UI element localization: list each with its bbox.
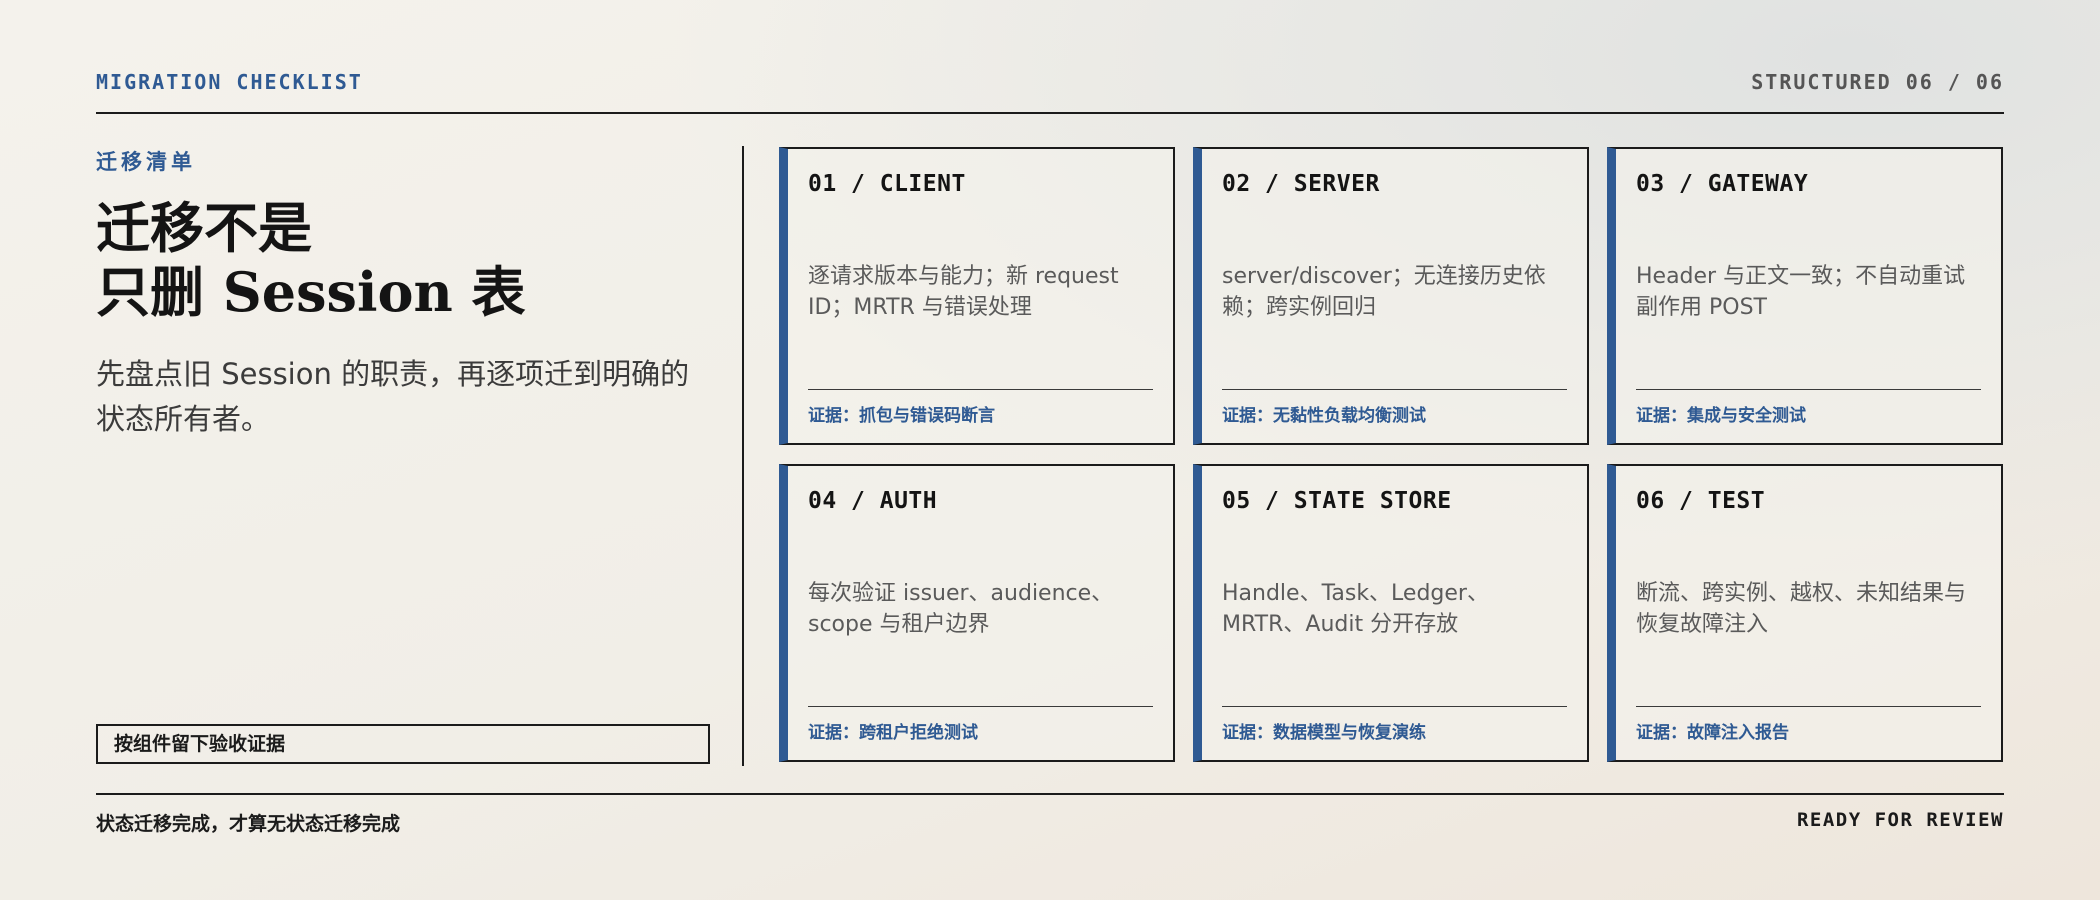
checklist-grid: 01 / CLIENT 逐请求版本与能力；新 request ID；MRTR 与… xyxy=(779,147,2004,765)
card-body: Header 与正文一致；不自动重试副作用 POST xyxy=(1636,264,1966,320)
card-test: 06 / TEST 断流、跨实例、越权、未知结果与恢复故障注入 证据：故障注入报… xyxy=(1607,464,2003,762)
card-rule xyxy=(1636,389,1981,390)
card-rule xyxy=(1222,706,1567,707)
card-evidence: 证据：集成与安全测试 xyxy=(1636,406,1806,426)
card-body: server/discover；无连接历史依赖；跨实例回归 xyxy=(1222,264,1546,320)
card-evidence: 证据：抓包与错误码断言 xyxy=(808,406,995,426)
intro-lead: 先盘点旧 Session 的职责，再逐项迁到明确的状态所有者。 xyxy=(96,357,690,436)
vertical-divider xyxy=(742,146,744,766)
card-title: 02 / SERVER xyxy=(1222,171,1380,197)
card-evidence: 证据：故障注入报告 xyxy=(1636,723,1789,743)
title-line-2: 只删 Session 表 xyxy=(96,260,526,324)
card-gateway: 03 / GATEWAY Header 与正文一致；不自动重试副作用 POST … xyxy=(1607,147,2003,445)
card-body: 每次验证 issuer、audience、scope 与租户边界 xyxy=(808,581,1114,637)
section-eyebrow: MIGRATION CHECKLIST xyxy=(96,70,363,94)
card-evidence: 证据：无黏性负载均衡测试 xyxy=(1222,406,1426,426)
card-title: 06 / TEST xyxy=(1636,488,1766,514)
page-indicator: STRUCTURED 06 / 06 xyxy=(1751,70,2004,94)
top-bar: MIGRATION CHECKLIST STRUCTURED 06 / 06 xyxy=(96,68,2004,114)
footer-bar: 状态迁移完成，才算无状态迁移完成 READY FOR REVIEW xyxy=(96,793,2004,835)
intro-panel: 迁移清单 迁移不是 只删 Session 表 先盘点旧 Session 的职责，… xyxy=(96,146,712,766)
card-state-store: 05 / STATE STORE Handle、Task、Ledger、MRTR… xyxy=(1193,464,1589,762)
page-title: 迁移不是 只删 Session 表 xyxy=(96,196,712,324)
card-title: 03 / GATEWAY xyxy=(1636,171,1809,197)
card-rule xyxy=(808,389,1153,390)
title-line-1: 迁移不是 xyxy=(96,196,312,260)
card-rule xyxy=(1222,389,1567,390)
card-evidence: 证据：数据模型与恢复演练 xyxy=(1222,723,1426,743)
card-body: 逐请求版本与能力；新 request ID；MRTR 与错误处理 xyxy=(808,264,1119,320)
card-body: Handle、Task、Ledger、MRTR、Audit 分开存放 xyxy=(1222,581,1489,637)
card-title: 01 / CLIENT xyxy=(808,171,966,197)
card-title: 05 / STATE STORE xyxy=(1222,488,1452,514)
card-rule xyxy=(1636,706,1981,707)
card-title: 04 / AUTH xyxy=(808,488,938,514)
review-status: READY FOR REVIEW xyxy=(1796,809,2004,831)
card-auth: 04 / AUTH 每次验证 issuer、audience、scope 与租户… xyxy=(779,464,1175,762)
card-body: 断流、跨实例、越权、未知结果与恢复故障注入 xyxy=(1636,581,1967,637)
intro-kicker: 迁移清单 xyxy=(96,150,196,174)
card-evidence: 证据：跨租户拒绝测试 xyxy=(808,723,978,743)
footer-note: 状态迁移完成，才算无状态迁移完成 xyxy=(96,813,401,835)
card-rule xyxy=(808,706,1153,707)
card-client: 01 / CLIENT 逐请求版本与能力；新 request ID；MRTR 与… xyxy=(779,147,1175,445)
card-server: 02 / SERVER server/discover；无连接历史依赖；跨实例回… xyxy=(1193,147,1589,445)
evidence-tag: 按组件留下验收证据 xyxy=(96,724,710,764)
